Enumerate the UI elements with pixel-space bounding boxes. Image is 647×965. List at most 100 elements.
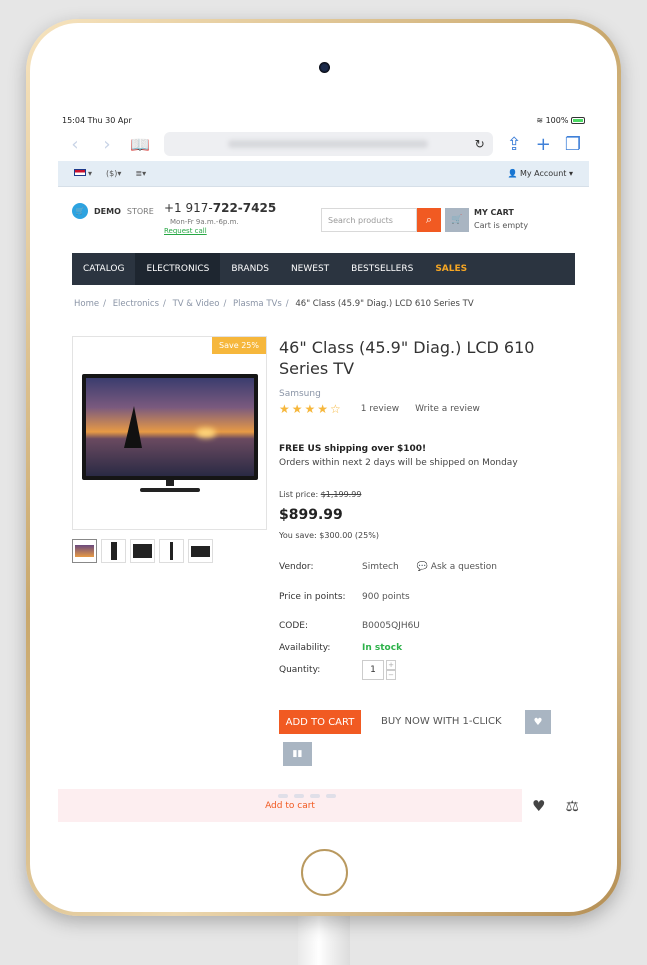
breadcrumb-plasma-tvs[interactable]: Plasma TVs bbox=[233, 299, 282, 309]
product-title: 46" Class (45.9" Diag.) LCD 610 Series T… bbox=[279, 338, 535, 378]
sticky-add-to-cart-bar[interactable]: Add to cart bbox=[58, 789, 522, 822]
phone-main: 722-7425 bbox=[212, 201, 277, 215]
search-input[interactable]: Search products bbox=[321, 208, 417, 232]
menu-item-sales[interactable]: SALES bbox=[424, 253, 478, 285]
menu-item-newest[interactable]: NEWEST bbox=[280, 253, 340, 285]
logo-cart-icon: 🛒 bbox=[72, 203, 88, 219]
add-to-cart-button[interactable]: ADD TO CART bbox=[279, 710, 361, 734]
write-review-link[interactable]: Write a review bbox=[415, 404, 480, 414]
wifi-icon: ≋ bbox=[536, 115, 544, 125]
product-main-image[interactable]: Save 25% bbox=[72, 336, 267, 530]
currency-selector[interactable]: ($)▾ bbox=[106, 169, 121, 178]
back-arrow-icon[interactable]: ‹ bbox=[66, 134, 84, 155]
store-header: 🛒 DEMO STORE +1 917-722-7425 Mon-Fr 9a.m… bbox=[58, 187, 589, 253]
vendor-link[interactable]: Simtech bbox=[362, 562, 399, 572]
us-flag-icon bbox=[74, 169, 86, 176]
sticky-action-icons: ♥ ⚖ bbox=[522, 789, 589, 822]
url-text-blurred bbox=[228, 140, 429, 148]
you-save: You save: $300.00 (25%) bbox=[279, 531, 379, 540]
heart-icon: ♥ bbox=[533, 716, 543, 728]
quantity-label: Quantity: bbox=[279, 664, 321, 675]
phone-prefix: +1 917- bbox=[164, 201, 213, 215]
shipping-title: FREE US shipping over $100! bbox=[279, 444, 427, 454]
language-selector[interactable]: ▾ bbox=[74, 169, 92, 178]
tv-image bbox=[82, 374, 258, 492]
charging-cable bbox=[298, 910, 350, 965]
availability-value: In stock bbox=[362, 642, 403, 653]
breadcrumb-home[interactable]: Home bbox=[74, 299, 99, 309]
menu-item-bestsellers[interactable]: BESTSELLERS bbox=[340, 253, 424, 285]
ask-question-link[interactable]: 💬 Ask a question bbox=[417, 562, 497, 572]
list-price-value: $1,199.99 bbox=[320, 490, 362, 499]
forward-arrow-icon[interactable]: › bbox=[98, 134, 116, 155]
points-value: 900 points bbox=[362, 591, 410, 602]
browser-toolbar: ‹ › 📖 ↻ ⇪ + ❐ bbox=[58, 127, 589, 161]
list-menu-icon[interactable]: ≣▾ bbox=[135, 169, 146, 178]
home-button[interactable] bbox=[301, 849, 348, 896]
account-label: My Account bbox=[519, 169, 567, 178]
vendor-row: Vendor: Simtech 💬 Ask a question bbox=[279, 561, 579, 572]
tabs-icon[interactable]: ❐ bbox=[565, 134, 581, 155]
cart-status: Cart is empty bbox=[474, 221, 529, 230]
status-bar: 15:04 Thu 30 Apr ≋ 100% bbox=[58, 113, 589, 127]
breadcrumb-tv-video[interactable]: TV & Video bbox=[173, 299, 220, 309]
cart-button[interactable]: 🛒 bbox=[445, 208, 469, 232]
price: $899.99 bbox=[279, 507, 343, 523]
logo-bold: DEMO bbox=[94, 206, 121, 216]
bookmarks-icon[interactable]: 📖 bbox=[130, 135, 150, 154]
my-account-link[interactable]: 👤 My Account ▾ bbox=[507, 169, 573, 178]
request-call-link[interactable]: Request call bbox=[164, 227, 207, 235]
cart-title[interactable]: MY CART bbox=[474, 208, 514, 217]
menu-item-brands[interactable]: BRANDS bbox=[220, 253, 280, 285]
buy-now-button[interactable]: BUY NOW WITH 1-CLICK bbox=[381, 716, 502, 727]
currency-label: ($) bbox=[106, 169, 118, 178]
code-value: B0005QJH6U bbox=[362, 620, 420, 631]
points-row: Price in points: 900 points bbox=[279, 591, 579, 602]
availability-label: Availability: bbox=[279, 642, 331, 653]
wishlist-button[interactable]: ♥ bbox=[525, 710, 551, 734]
search-icon: ⌕ bbox=[425, 213, 433, 226]
quantity-increase-icon[interactable]: + bbox=[386, 659, 396, 670]
thumbnail-5[interactable] bbox=[188, 539, 213, 563]
share-icon[interactable]: ⇪ bbox=[507, 134, 522, 155]
product-brand[interactable]: Samsung bbox=[279, 389, 579, 399]
screen: 15:04 Thu 30 Apr ≋ 100% ‹ › 📖 ↻ ⇪ + ❐ ▾ … bbox=[58, 113, 589, 822]
sticky-add-to-cart-label: Add to cart bbox=[265, 800, 315, 811]
bar-chart-icon: ▮▮ bbox=[292, 749, 303, 759]
breadcrumb-electronics[interactable]: Electronics bbox=[113, 299, 159, 309]
store-logo[interactable]: 🛒 DEMO STORE bbox=[72, 203, 154, 219]
compare-scales-icon[interactable]: ⚖ bbox=[566, 797, 579, 815]
save-badge: Save 25% bbox=[212, 337, 266, 354]
thumbnail-4[interactable] bbox=[159, 539, 184, 563]
menu-item-catalog[interactable]: CATALOG bbox=[72, 253, 135, 285]
compare-button[interactable]: ▮▮ bbox=[283, 742, 312, 766]
thumbnail-1[interactable] bbox=[72, 539, 97, 563]
business-hours: Mon-Fr 9a.m.-6p.m. bbox=[170, 218, 239, 226]
status-time: 15:04 Thu 30 Apr bbox=[62, 115, 132, 125]
url-bar[interactable]: ↻ bbox=[163, 132, 493, 156]
reviews-link[interactable]: 1 review bbox=[361, 404, 399, 414]
store-topbar: ▾ ($)▾ ≣▾ 👤 My Account ▾ bbox=[58, 161, 589, 187]
quantity-decrease-icon[interactable]: − bbox=[386, 669, 396, 680]
phone-number: +1 917-722-7425 bbox=[164, 201, 276, 215]
main-menu: CATALOG ELECTRONICS BRANDS NEWEST BESTSE… bbox=[72, 253, 575, 285]
cart-icon: 🛒 bbox=[451, 215, 463, 225]
battery-percent: 100% bbox=[545, 115, 569, 125]
wishlist-heart-icon[interactable]: ♥ bbox=[532, 797, 545, 815]
chat-icon: 💬 bbox=[416, 561, 428, 572]
thumbnail-3[interactable] bbox=[130, 539, 155, 563]
list-price: List price: $1,199.99 bbox=[279, 490, 579, 499]
status-right: ≋ 100% bbox=[536, 116, 585, 125]
menu-item-electronics[interactable]: ELECTRONICS bbox=[135, 253, 221, 285]
search-button[interactable]: ⌕ bbox=[417, 208, 441, 232]
breadcrumb: Home / Electronics / TV & Video / Plasma TV… bbox=[74, 299, 474, 309]
thumbnail-2[interactable] bbox=[101, 539, 126, 563]
rating-row: ★★★★☆ 1 review Write a review bbox=[279, 402, 579, 416]
new-tab-icon[interactable]: + bbox=[536, 134, 551, 155]
camera-icon bbox=[319, 62, 330, 73]
reload-icon[interactable]: ↻ bbox=[475, 137, 485, 151]
availability-row: Availability: In stock bbox=[279, 642, 579, 653]
breadcrumb-current: 46" Class (45.9" Diag.) LCD 610 Series T… bbox=[295, 299, 474, 309]
quantity-input[interactable]: 1 bbox=[362, 659, 384, 680]
points-label: Price in points: bbox=[279, 591, 346, 602]
